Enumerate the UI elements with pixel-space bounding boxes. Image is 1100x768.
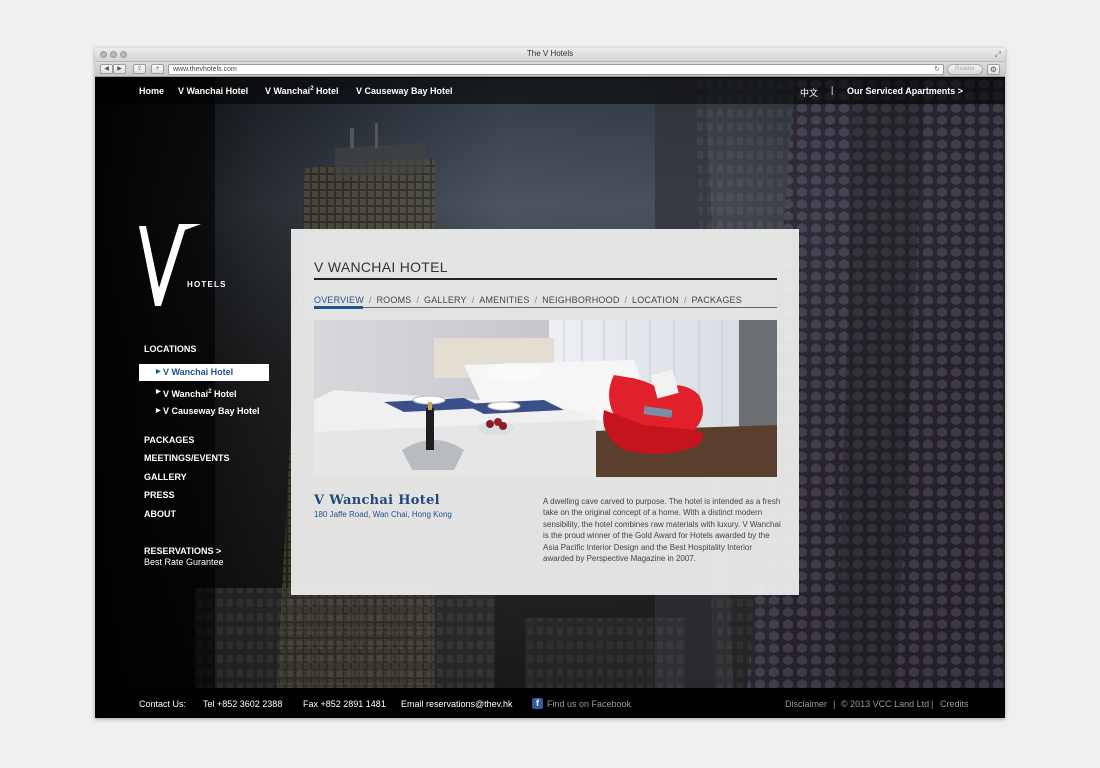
tabs-divider xyxy=(314,307,777,308)
sidebar-about[interactable]: ABOUT xyxy=(144,509,176,519)
facebook-icon[interactable]: f xyxy=(532,698,543,709)
sidebar-meetings-events[interactable]: MEETINGS/EVENTS xyxy=(144,453,230,463)
sidebar-locations-heading[interactable]: LOCATIONS xyxy=(144,344,196,354)
sidebar-item-label: V Wanchai Hotel xyxy=(163,367,234,377)
tab-packages[interactable]: PACKAGES xyxy=(692,295,742,305)
hotel-description: A dwelling cave carved to purpose. The h… xyxy=(543,497,781,564)
nav-v-causeway-bay[interactable]: V Causeway Bay Hotel xyxy=(356,86,453,96)
footer-tel: Tel +852 3602 2388 xyxy=(203,699,283,709)
hotel-overview-panel: V WANCHAI HOTEL OVERVIEW / ROOMS / GALLERY / A… xyxy=(291,229,799,595)
back-icon[interactable]: ◀ xyxy=(100,64,113,74)
nav-v-wanchai[interactable]: V Wanchai Hotel xyxy=(178,86,248,96)
tab-separator: / xyxy=(683,295,687,305)
tab-overview[interactable]: OVERVIEW xyxy=(314,295,364,305)
room-photo-illustration xyxy=(314,320,777,477)
hotel-room-photo xyxy=(314,320,777,477)
tab-rooms[interactable]: ROOMS xyxy=(376,295,411,305)
top-navigation: Home V Wanchai Hotel V Wanchai2 Hotel V … xyxy=(95,78,1005,104)
url-text: www.thevhotels.com xyxy=(173,66,237,73)
sidebar-press[interactable]: PRESS xyxy=(144,490,175,500)
sidebar-reservations[interactable]: RESERVATIONS > xyxy=(144,546,221,556)
footer-email-link[interactable]: Email reservations@thev.hk xyxy=(401,699,513,709)
nav-v-wanchai-2-label: V Wanchai xyxy=(265,86,311,96)
chevron-right-icon: ▶ xyxy=(156,389,161,395)
nav-serviced-apartments[interactable]: Our Serviced Apartments > xyxy=(847,86,963,96)
chevron-right-icon: ▶ xyxy=(156,369,161,375)
add-bookmark-icon[interactable]: + xyxy=(151,64,164,74)
footer-copyright: © 2013 VCC Land Ltd xyxy=(841,699,930,709)
footer-facebook-link[interactable]: Find us on Facebook xyxy=(547,699,631,709)
footer-contact-label: Contact Us: xyxy=(139,699,187,709)
hotel-name: V Wanchai Hotel xyxy=(314,493,440,508)
tab-separator: / xyxy=(416,295,419,305)
address-bar[interactable]: www.thevhotels.com ↻ xyxy=(168,64,944,75)
forward-icon[interactable]: ▶ xyxy=(113,64,126,74)
share-icon[interactable]: ⇪ xyxy=(133,64,146,74)
sidebar-packages[interactable]: PACKAGES xyxy=(144,435,194,445)
tab-separator: / xyxy=(471,295,475,305)
nav-chinese-language[interactable]: 中文 xyxy=(800,86,818,99)
tab-separator: / xyxy=(624,295,628,305)
footer-fax: Fax +852 2891 1481 xyxy=(303,699,386,709)
chevron-right-icon: ▶ xyxy=(156,408,161,414)
tab-separator: / xyxy=(368,295,372,305)
sidebar-item-suffix: Hotel xyxy=(211,389,237,399)
panel-title: V WANCHAI HOTEL xyxy=(314,259,448,275)
tab-location[interactable]: LOCATION xyxy=(632,295,679,305)
sidebar-gallery[interactable]: GALLERY xyxy=(144,472,187,482)
nav-home[interactable]: Home xyxy=(139,86,164,96)
tab-separator: / xyxy=(534,295,538,305)
tab-gallery[interactable]: GALLERY xyxy=(424,295,467,305)
nav-v-wanchai-2-suffix: Hotel xyxy=(313,86,339,96)
browser-toolbar: ◀ ▶ ⇪ + www.thevhotels.com ↻ Reader ⚙ xyxy=(95,62,1005,77)
sidebar-item-v-wanchai-2[interactable]: ▶ V Wanchai2 Hotel xyxy=(139,384,269,401)
hotel-address: 180 Jaffe Road, Wan Chai, Hong Kong xyxy=(314,510,452,519)
v-logo-icon: HOTELS xyxy=(139,224,227,306)
reader-button[interactable]: Reader xyxy=(947,64,983,75)
browser-window: The V Hotels ⤢ ◀ ▶ ⇪ + www.thevhotels.co… xyxy=(95,48,1005,718)
hotel-tabs: OVERVIEW / ROOMS / GALLERY / AMENITIES / NEIGHBO… xyxy=(314,290,742,305)
fullscreen-icon[interactable]: ⤢ xyxy=(995,50,1001,60)
active-tab-indicator xyxy=(314,306,363,309)
v-hotels-logo[interactable]: HOTELS xyxy=(137,224,233,308)
footer-disclaimer-link[interactable]: Disclaimer xyxy=(785,699,827,709)
footer-credits-link[interactable]: Credits xyxy=(940,699,969,709)
sidebar-item-label: V Causeway Bay Hotel xyxy=(163,406,260,416)
sidebar-item-v-wanchai[interactable]: ▶ V Wanchai Hotel xyxy=(139,364,269,381)
website: Home V Wanchai Hotel V Wanchai2 Hotel V … xyxy=(95,78,1005,718)
nav-v-wanchai-2[interactable]: V Wanchai2 Hotel xyxy=(265,86,339,96)
reload-icon[interactable]: ↻ xyxy=(934,65,940,74)
footer-separator: | xyxy=(931,699,934,709)
tab-amenities[interactable]: AMENITIES xyxy=(479,295,529,305)
gear-icon[interactable]: ⚙ xyxy=(987,64,1000,75)
sidebar-item-label: V Wanchai xyxy=(163,389,209,399)
best-rate-note[interactable]: Best Rate Gurantee xyxy=(144,557,224,567)
footer-separator: | xyxy=(833,699,836,709)
sidebar-item-v-causeway-bay[interactable]: ▶ V Causeway Bay Hotel xyxy=(139,403,269,420)
nav-separator: | xyxy=(831,85,834,95)
footer: Contact Us: Tel +852 3602 2388 Fax +852 … xyxy=(95,688,1005,718)
window-title: The V Hotels xyxy=(526,49,574,58)
logo-text: HOTELS xyxy=(187,280,227,289)
tab-neighborhood[interactable]: NEIGHBORHOOD xyxy=(542,295,619,305)
title-divider xyxy=(314,278,777,280)
title-bar: The V Hotels ⤢ xyxy=(95,48,1005,62)
